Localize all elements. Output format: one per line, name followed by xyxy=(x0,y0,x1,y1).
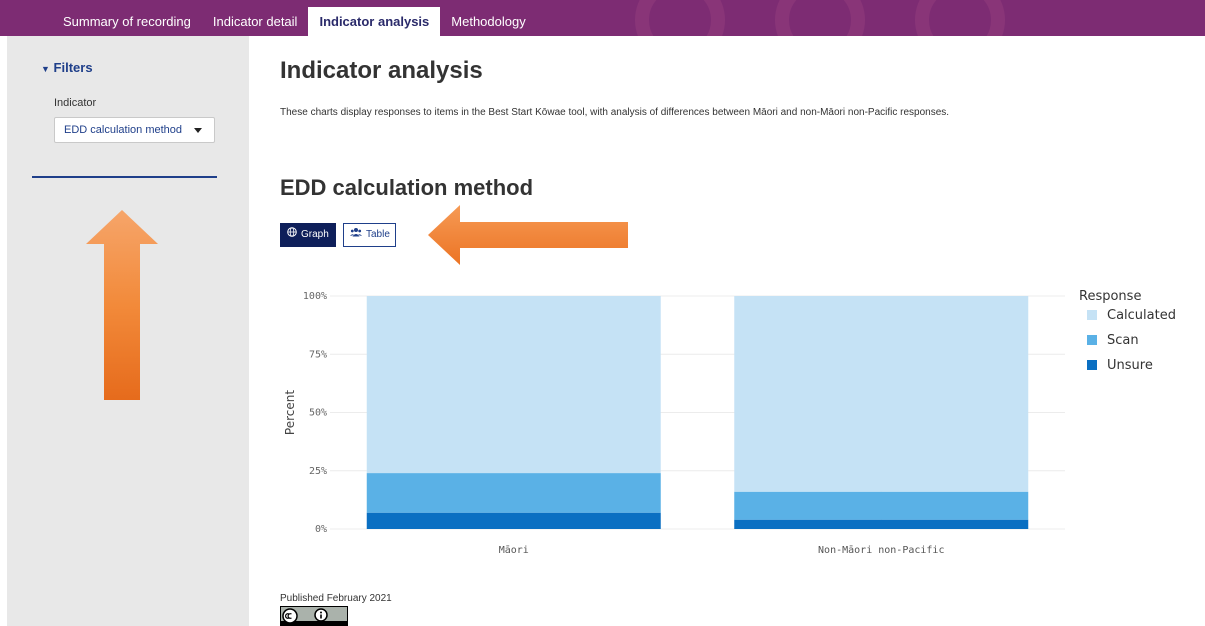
legend-swatch-calculated xyxy=(1087,310,1097,320)
graph-button-label: Graph xyxy=(301,229,329,240)
table-view-button[interactable]: Table xyxy=(343,223,396,247)
x-tick-label: Māori xyxy=(499,545,529,556)
indicator-label: Indicator xyxy=(54,97,97,109)
x-tick-label: Non-Māori non-Pacific xyxy=(818,545,944,556)
creative-commons-badge xyxy=(280,606,348,626)
bar-segment-scan xyxy=(734,491,1029,520)
users-icon xyxy=(350,224,362,246)
legend-swatch-scan xyxy=(1087,335,1097,345)
caret-down-icon: ▼ xyxy=(41,64,50,74)
bar-segment-unsure xyxy=(366,512,661,529)
graph-view-button[interactable]: Graph xyxy=(280,223,336,247)
arrow-up-annotation xyxy=(86,210,158,400)
legend-title: Response xyxy=(1079,289,1141,304)
y-tick-label: 0% xyxy=(315,524,327,535)
background-decoration xyxy=(635,0,1005,36)
y-tick-label: 75% xyxy=(309,349,327,360)
tab-indicator-detail[interactable]: Indicator detail xyxy=(202,7,309,36)
tab-summary-of-recording[interactable]: Summary of recording xyxy=(52,7,202,36)
sidebar-divider xyxy=(32,176,217,178)
indicator-title: EDD calculation method xyxy=(280,175,534,200)
legend-swatch-unsure xyxy=(1087,360,1097,370)
globe-icon xyxy=(287,224,297,246)
top-navigation-bar: Summary of recording Indicator detail In… xyxy=(0,0,1205,36)
y-tick-label: 100% xyxy=(303,291,327,302)
filters-toggle[interactable]: ▼ Filters xyxy=(41,60,93,75)
arrow-left-annotation xyxy=(428,205,628,265)
intro-text: These charts display responses to items … xyxy=(280,107,950,118)
filters-label: Filters xyxy=(53,60,93,75)
bar-segment-unsure xyxy=(734,519,1029,529)
bar-segment-scan xyxy=(366,473,661,513)
legend-label-scan: Scan xyxy=(1107,333,1139,348)
tab-indicator-analysis[interactable]: Indicator analysis xyxy=(308,7,441,36)
bar-segment-calculated xyxy=(734,296,1029,492)
indicator-select-value: EDD calculation method xyxy=(64,124,183,136)
table-button-label: Table xyxy=(366,229,390,240)
y-tick-label: 50% xyxy=(309,408,327,419)
legend-label-unsure: Unsure xyxy=(1107,358,1153,373)
legend-label-calculated: Calculated xyxy=(1107,308,1176,323)
y-tick-label: 25% xyxy=(309,466,327,477)
tab-methodology[interactable]: Methodology xyxy=(440,7,536,36)
cc-license-icon xyxy=(281,607,347,625)
chevron-down-icon xyxy=(194,128,202,133)
y-axis-label: Percent xyxy=(283,390,297,435)
published-date: Published February 2021 xyxy=(280,593,392,604)
bar-segment-calculated xyxy=(366,296,661,474)
page-title: Indicator analysis xyxy=(280,57,483,84)
indicator-select[interactable]: EDD calculation method xyxy=(54,117,215,143)
stacked-bar-chart: 0% 25% 50% 75% 100% Māori Non-Māori non-Pacifi… xyxy=(283,289,1176,556)
